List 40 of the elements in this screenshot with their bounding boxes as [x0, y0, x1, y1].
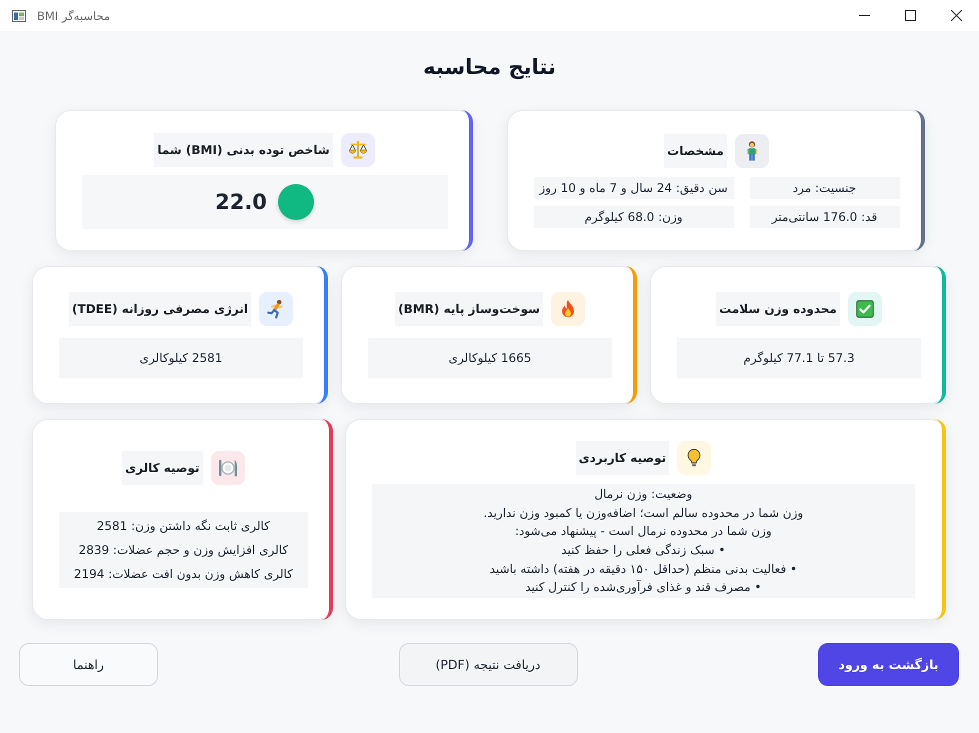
checkmark-icon: [848, 292, 882, 326]
window-title: محاسبه‌گر BMI: [37, 8, 110, 22]
card-title: مشخصات: [664, 134, 727, 168]
calorie-line: کالری کاهش وزن بدون افت عضلات: 2194: [74, 566, 293, 583]
card-title: انرژی مصرفی روزانه (TDEE): [69, 292, 251, 326]
result-value: 2581 کیلوکالری: [59, 338, 303, 378]
scales-icon: [340, 132, 375, 166]
card-title: توصیه کاربردی: [576, 441, 670, 476]
result-value: 57.3 تا 77.1 کیلوگرم: [677, 338, 921, 378]
advice-line: • مصرف قند و غذای فرآوری‌شده را کنترل کنید: [525, 578, 762, 596]
plate-icon: [210, 451, 245, 485]
advice-line: • فعالیت بدنی منظم (حداقل ۱۵۰ دقیقه در هفته) داشته باشید: [490, 560, 798, 578]
result-value: 1665 کیلوکالری: [368, 338, 612, 378]
card-title: محدوده وزن سلامت: [716, 292, 840, 326]
detail-field: قد: 176.0 سانتی‌متر: [750, 206, 900, 228]
advice-line: وضعیت: وزن نرمال: [594, 486, 692, 504]
card-title: توصیه کالری: [122, 451, 203, 485]
app-icon: [12, 10, 26, 22]
maximize-icon: [904, 10, 916, 21]
help-button[interactable]: راهنما: [19, 643, 158, 686]
calorie-line: کالری ثابت نگه داشتن وزن: 2581: [96, 518, 270, 535]
card-title: شاخص توده بدنی (BMI) شما: [154, 132, 333, 166]
minimize-icon: [858, 15, 870, 16]
back-button[interactable]: بازگشت به ورود: [818, 643, 959, 686]
advice-line: وزن شما در محدوده سالم است؛ اضافه‌وزن یا کمبود وزن ندارید.: [483, 504, 804, 522]
lightbulb-icon: [677, 441, 712, 476]
advice-line: وزن شما در محدوده نرمال است - پیشنهاد می‌شود:: [514, 523, 772, 540]
download-button[interactable]: دریافت نتیجه (PDF): [398, 643, 578, 686]
detail-field: سن دقیق: 24 سال و 7 ماه و 10 روز: [534, 176, 734, 198]
person-icon: [734, 134, 769, 168]
bmi-value: 22.0: [215, 190, 267, 214]
detail-field: جنسیت: مرد: [750, 176, 900, 198]
detail-field: وزن: 68.0 کیلوگرم: [534, 206, 734, 228]
advice-line: • سبک زندگی فعلی را حفظ کنید: [561, 542, 726, 559]
runner-icon: [258, 292, 293, 326]
calorie-line: کالری افزایش وزن و حجم عضلات: 2839: [78, 542, 288, 559]
flame-icon: [550, 292, 585, 326]
card-title: سوخت‌وساز پایه (BMR): [395, 292, 543, 326]
page-heading: نتایج محاسبه: [423, 54, 556, 82]
close-icon: [950, 10, 962, 21]
